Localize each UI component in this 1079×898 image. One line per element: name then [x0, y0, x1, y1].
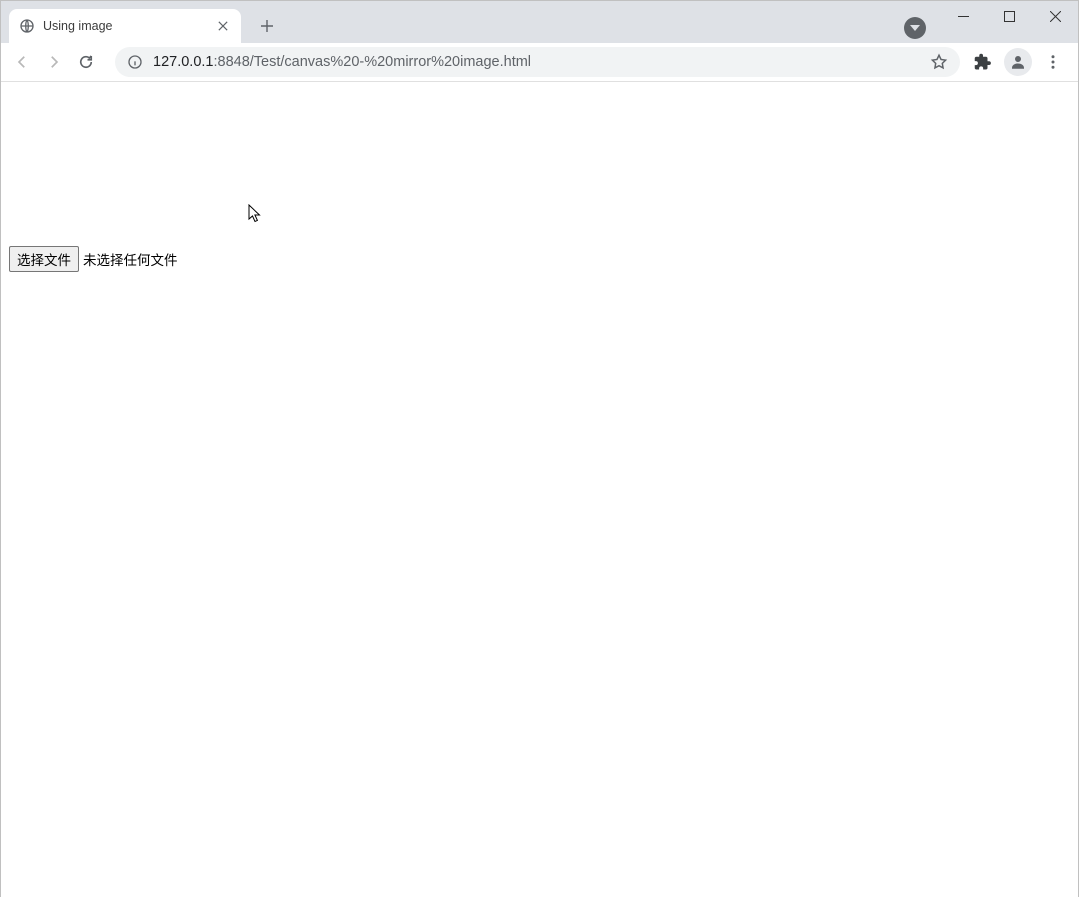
window-controls	[940, 1, 1078, 35]
file-status-text: 未选择任何文件	[83, 249, 178, 269]
page-content: 选择文件 未选择任何文件	[1, 82, 1078, 898]
browser-toolbar: 127.0.0.1:8848/Test/canvas%20-%20mirror%…	[1, 43, 1078, 82]
account-dropdown-icon[interactable]	[904, 17, 926, 39]
close-tab-icon[interactable]	[215, 18, 231, 34]
choose-file-button[interactable]: 选择文件	[9, 246, 79, 272]
url-port: :8848	[213, 54, 249, 70]
url-host: 127.0.0.1	[153, 54, 213, 70]
site-info-icon[interactable]	[127, 54, 143, 70]
url-path: /Test/canvas%20-%20mirror%20image.html	[250, 54, 531, 70]
extensions-icon[interactable]	[968, 47, 998, 77]
tab-title: Using image	[43, 19, 215, 33]
bookmark-star-icon[interactable]	[930, 53, 948, 71]
back-button[interactable]	[7, 47, 37, 77]
maximize-button[interactable]	[986, 1, 1032, 31]
close-window-button[interactable]	[1032, 1, 1078, 31]
reload-button[interactable]	[71, 47, 101, 77]
canvas-placeholder	[9, 90, 1070, 242]
browser-tab[interactable]: Using image	[9, 9, 241, 43]
globe-icon	[19, 18, 35, 34]
browser-titlebar: Using image	[1, 1, 1078, 43]
kebab-menu-icon[interactable]	[1038, 47, 1068, 77]
profile-avatar-icon[interactable]	[1004, 48, 1032, 76]
address-bar[interactable]: 127.0.0.1:8848/Test/canvas%20-%20mirror%…	[115, 47, 960, 77]
minimize-button[interactable]	[940, 1, 986, 31]
url-text: 127.0.0.1:8848/Test/canvas%20-%20mirror%…	[153, 54, 920, 70]
file-input-row: 选择文件 未选择任何文件	[9, 246, 1070, 272]
new-tab-button[interactable]	[253, 12, 281, 40]
toolbar-right	[968, 47, 1072, 77]
forward-button[interactable]	[39, 47, 69, 77]
